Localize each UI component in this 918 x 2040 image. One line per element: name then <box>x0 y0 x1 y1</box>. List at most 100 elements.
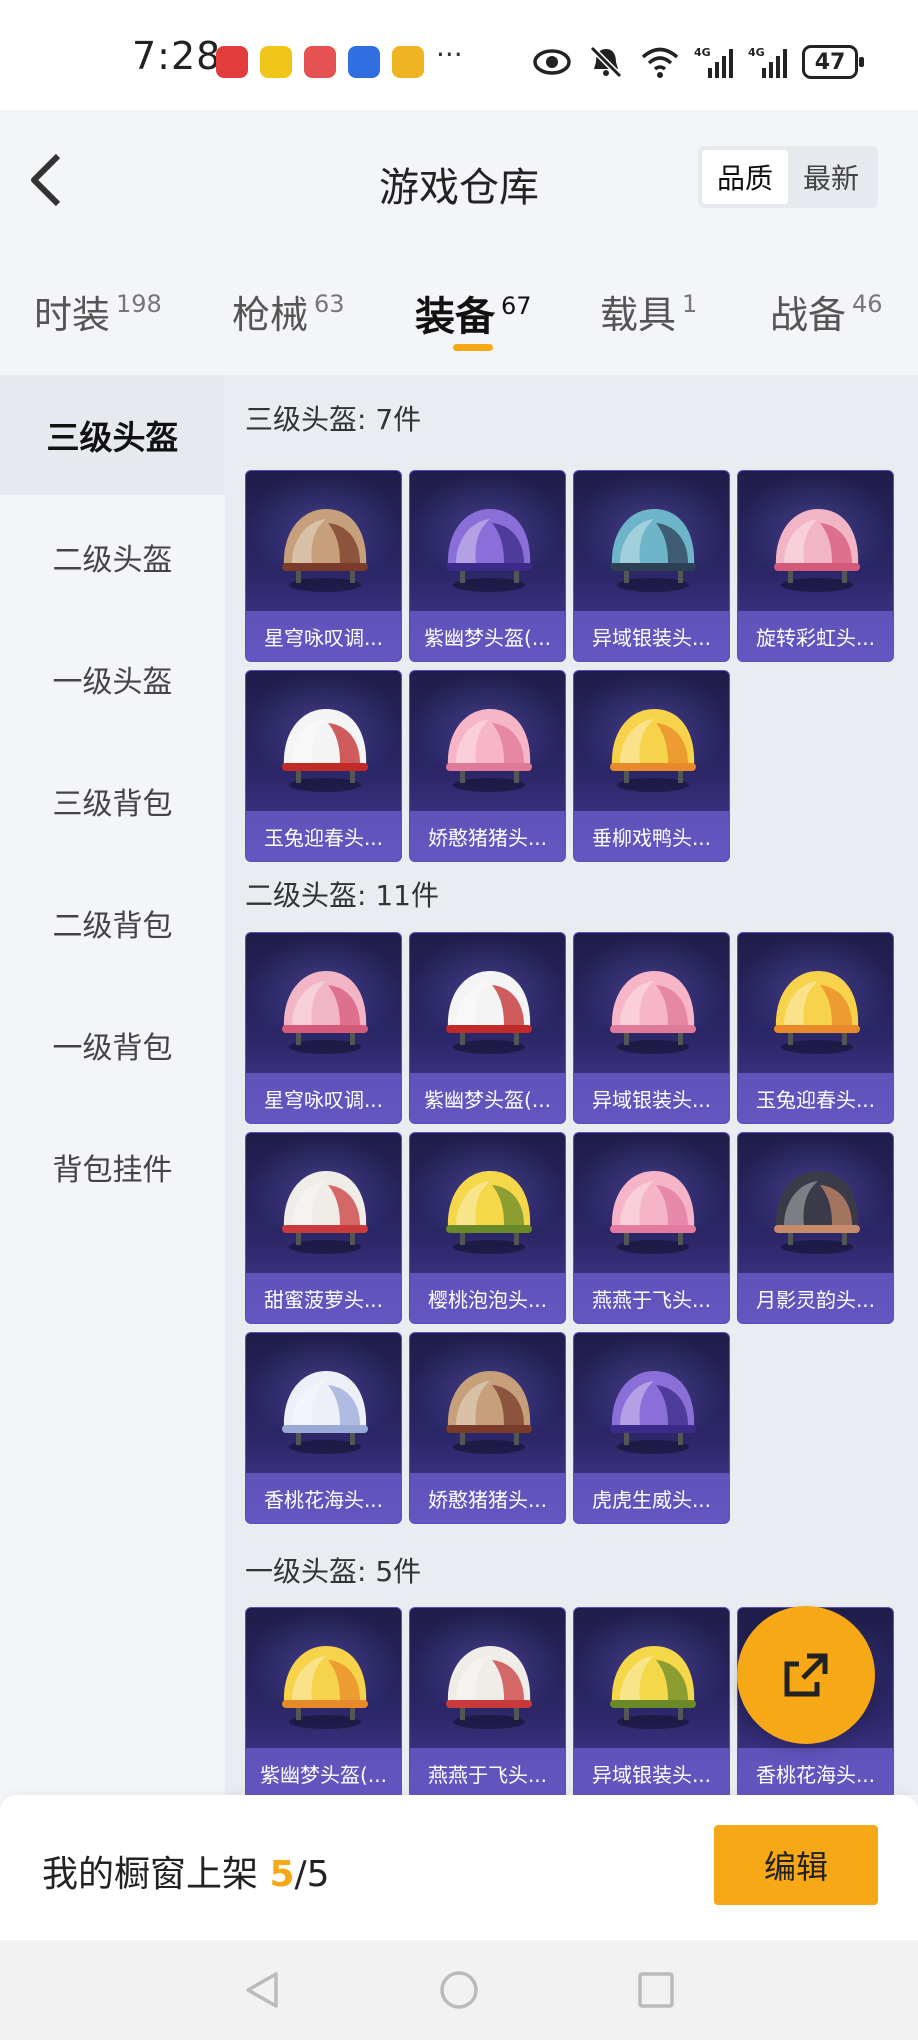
header: 游戏仓库 品质 最新 <box>0 110 918 250</box>
tab-count: 67 <box>501 292 532 320</box>
item-card[interactable]: 星穹咏叹调... <box>245 470 402 662</box>
item-card[interactable]: 紫幽梦头盔(... <box>409 470 566 662</box>
reading-app-icon <box>260 46 292 78</box>
helmet-icon <box>282 1171 368 1254</box>
battery-icon: 47 <box>802 45 864 79</box>
tab-label: 战备 <box>770 293 847 337</box>
helmet-icon <box>446 1646 532 1729</box>
tab-weapons[interactable]: 枪械 63 <box>232 284 345 339</box>
sidebar-item-backpack-charm[interactable]: 背包挂件 <box>0 1107 225 1227</box>
item-card[interactable]: 燕燕于飞头... <box>409 1607 566 1795</box>
item-name: 玉兔迎春头... <box>738 1073 893 1123</box>
item-card[interactable]: 娇憨猪猪头... <box>409 670 566 862</box>
item-name: 月影灵韵头... <box>738 1273 893 1323</box>
item-card[interactable]: 垂柳戏鸭头... <box>573 670 730 862</box>
item-card[interactable]: 星穹咏叹调... <box>245 932 402 1124</box>
sidebar: 三级头盔 二级头盔 一级头盔 三级背包 二级背包 一级背包 背包挂件 <box>0 375 225 1795</box>
item-name: 虎虎生威头... <box>574 1473 729 1523</box>
helmet-icon <box>446 509 532 592</box>
item-name: 玉兔迎春头... <box>246 811 401 861</box>
share-button[interactable] <box>737 1606 875 1744</box>
showcase-status: 我的橱窗上架 5/5 <box>42 1845 330 1897</box>
sidebar-item-level1-helmet[interactable]: 一级头盔 <box>0 619 225 739</box>
active-tab-indicator <box>453 344 493 351</box>
status-bar: 7:28 ··· 4G 4G 47 <box>0 0 918 110</box>
tab-vehicles[interactable]: 载具 1 <box>600 284 697 339</box>
helmet-icon <box>282 509 368 592</box>
item-card[interactable]: 月影灵韵头... <box>737 1132 894 1324</box>
sidebar-item-level3-backpack[interactable]: 三级背包 <box>0 741 225 861</box>
category-tabs: 时装 198 枪械 63 装备 67 载具 1 战备 46 <box>0 250 918 375</box>
eye-icon <box>533 49 571 75</box>
item-name: 燕燕于飞头... <box>574 1273 729 1323</box>
share-icon <box>784 1653 828 1697</box>
sort-quality-button[interactable]: 品质 <box>702 150 788 204</box>
system-nav-bar <box>0 1940 918 2040</box>
helmet-icon <box>610 1371 696 1454</box>
showcase-total: /5 <box>294 1854 330 1895</box>
sort-newest-button[interactable]: 最新 <box>788 150 874 204</box>
helmet-icon <box>446 709 532 792</box>
helmet-icon <box>446 1171 532 1254</box>
sidebar-item-level2-helmet[interactable]: 二级头盔 <box>0 497 225 617</box>
tab-label: 枪械 <box>232 293 309 337</box>
helmet-icon <box>774 1171 860 1254</box>
group-header: 二级头盔: 11件 <box>245 879 439 912</box>
item-card[interactable]: 玉兔迎春头... <box>737 932 894 1124</box>
item-card[interactable]: 异域银装头... <box>573 932 730 1124</box>
item-card[interactable]: 异域银装头... <box>573 1607 730 1795</box>
item-name: 樱桃泡泡头... <box>410 1273 565 1323</box>
item-card[interactable]: 甜蜜菠萝头... <box>245 1132 402 1324</box>
helmet-icon <box>282 1371 368 1454</box>
sidebar-item-level1-backpack[interactable]: 一级背包 <box>0 985 225 1105</box>
mute-icon <box>589 45 623 79</box>
edit-button[interactable]: 编辑 <box>714 1825 878 1905</box>
tab-equipment[interactable]: 装备 67 <box>415 284 532 342</box>
bottom-bar: 我的橱窗上架 5/5 编辑 <box>0 1795 918 1940</box>
helmet-icon <box>610 509 696 592</box>
item-card[interactable]: 紫幽梦头盔(... <box>245 1607 402 1795</box>
helmet-icon <box>610 971 696 1054</box>
item-card[interactable]: 紫幽梦头盔(... <box>409 932 566 1124</box>
book-app-icon <box>304 46 336 78</box>
helmet-icon <box>282 709 368 792</box>
item-card[interactable]: 旋转彩虹头... <box>737 470 894 662</box>
showcase-current: 5 <box>269 1854 295 1895</box>
nav-back-icon[interactable] <box>240 1968 284 2012</box>
item-card[interactable]: 异域银装头... <box>573 470 730 662</box>
nav-recent-icon[interactable] <box>634 1968 678 2012</box>
item-card[interactable]: 香桃花海头... <box>245 1332 402 1524</box>
item-name: 香桃花海头... <box>246 1473 401 1523</box>
tab-label: 时装 <box>34 293 111 337</box>
tab-count: 198 <box>116 290 162 318</box>
item-name: 紫幽梦头盔(... <box>410 1073 565 1123</box>
item-card[interactable]: 娇憨猪猪头... <box>409 1332 566 1524</box>
item-name: 异域银装头... <box>574 611 729 661</box>
item-card[interactable]: 虎虎生威头... <box>573 1332 730 1524</box>
tab-fashion[interactable]: 时装 198 <box>34 284 162 339</box>
item-card[interactable]: 燕燕于飞头... <box>573 1132 730 1324</box>
item-name: 星穹咏叹调... <box>246 611 401 661</box>
item-card[interactable]: 玉兔迎春头... <box>245 670 402 862</box>
bulb-app-icon <box>348 46 380 78</box>
group-header: 三级头盔: 7件 <box>245 403 422 436</box>
notification-icons <box>216 46 424 78</box>
tab-label: 装备 <box>415 294 495 340</box>
sidebar-item-level3-helmet[interactable]: 三级头盔 <box>0 375 225 495</box>
item-card[interactable]: 樱桃泡泡头... <box>409 1132 566 1324</box>
item-name: 紫幽梦头盔(... <box>410 611 565 661</box>
more-notifications: ··· <box>436 38 463 71</box>
tab-count: 63 <box>314 290 345 318</box>
svg-text:4G: 4G <box>694 46 711 59</box>
item-name: 娇憨猪猪头... <box>410 811 565 861</box>
item-name: 燕燕于飞头... <box>410 1748 565 1795</box>
nav-home-icon[interactable] <box>437 1968 481 2012</box>
item-name: 星穹咏叹调... <box>246 1073 401 1123</box>
tab-label: 载具 <box>600 293 677 337</box>
item-name: 异域银装头... <box>574 1073 729 1123</box>
sidebar-item-level2-backpack[interactable]: 二级背包 <box>0 863 225 983</box>
tab-supplies[interactable]: 战备 46 <box>770 284 883 339</box>
showcase-label: 我的橱窗上架 <box>42 1854 270 1895</box>
item-name: 旋转彩虹头... <box>738 611 893 661</box>
tab-count: 1 <box>682 290 698 318</box>
